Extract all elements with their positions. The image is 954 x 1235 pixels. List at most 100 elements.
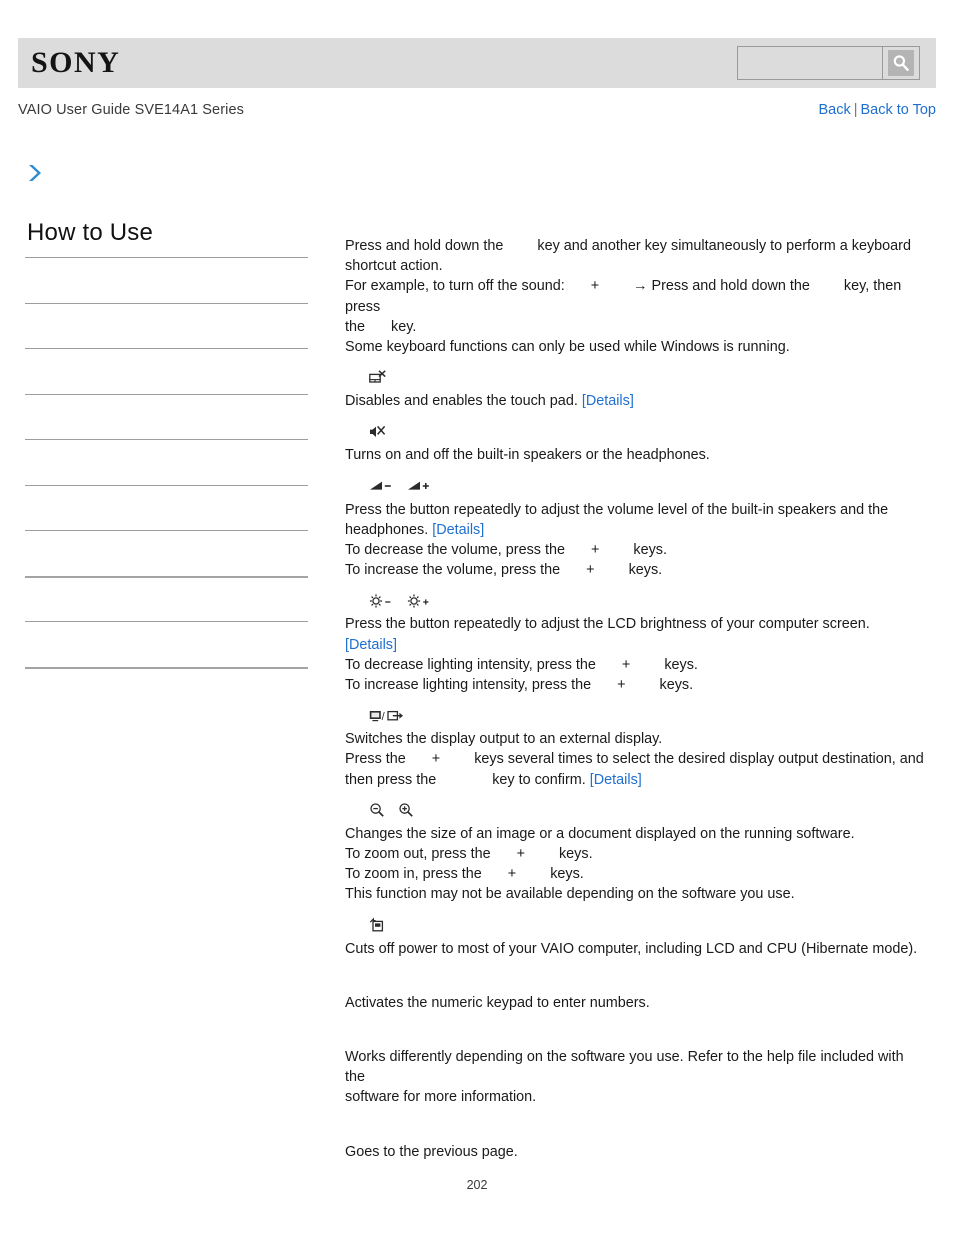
sidebar-item-5[interactable]: [25, 439, 308, 485]
back-link[interactable]: Back: [818, 102, 850, 118]
details-link[interactable]: [Details]: [345, 637, 397, 653]
line-post: key to confirm.: [492, 771, 586, 788]
plus-sign: +: [621, 656, 631, 673]
line-text: headphones.: [345, 521, 429, 538]
plus-sign: +: [590, 278, 600, 295]
main-content: Press and hold down the key and another k…: [345, 236, 925, 1162]
intro-line-2: shortcut action.: [345, 258, 443, 275]
text-line: Switches the display output to an extern…: [345, 731, 663, 748]
line-pre: To increase the volume, press the: [345, 562, 561, 579]
details-link[interactable]: [Details]: [582, 393, 634, 409]
section-text-hibernate: Cuts off power to most of your VAIO comp…: [345, 939, 925, 959]
guide-title: VAIO User Guide SVE14A1 Series: [18, 102, 244, 118]
text-line: To increase lighting intensity, press th…: [345, 675, 925, 695]
text-line: This function may not be available depen…: [345, 886, 795, 903]
sidebar: How to Use: [25, 218, 308, 712]
sidebar-item-1[interactable]: [25, 257, 308, 303]
line-post: keys.: [659, 677, 694, 694]
intro-line-3: For example, to turn off the sound: + → Pr…: [345, 276, 925, 316]
intro-line-5: Some keyboard functions can only be used…: [345, 339, 790, 356]
page-number: 202: [466, 1178, 488, 1192]
search-icon: [888, 50, 914, 76]
line-pre: To zoom in, press the: [345, 866, 482, 883]
section-icons-brightness: [345, 591, 925, 613]
line-post: keys several times to select the desired…: [474, 751, 924, 768]
text-line: To decrease lighting intensity, press th…: [345, 655, 925, 675]
sidebar-item-2[interactable]: [25, 302, 308, 349]
text-line: Activates the numeric keypad to enter nu…: [345, 994, 650, 1011]
volume-up-icon: [407, 479, 432, 496]
sidebar-item-9[interactable]: [25, 621, 308, 667]
header-banner: SONY: [18, 38, 936, 88]
line-post: keys.: [664, 656, 698, 673]
sidebar-item-4[interactable]: [25, 393, 308, 440]
sidebar-item-10[interactable]: [25, 666, 308, 713]
section-text-brightness: Press the button repeatedly to adjust th…: [345, 614, 925, 695]
search-box[interactable]: [737, 46, 920, 80]
text-line: Press the button repeatedly to adjust th…: [345, 614, 925, 654]
text-line: Works differently depending on the softw…: [345, 1049, 904, 1086]
sony-logo: SONY: [31, 46, 121, 79]
sidebar-item-8[interactable]: [25, 575, 308, 622]
chevron-right-icon[interactable]: [24, 162, 50, 188]
section-text-numlock: Activates the numeric keypad to enter nu…: [345, 993, 925, 1013]
details-link[interactable]: [Details]: [432, 522, 484, 538]
section-text-display-output: Switches the display output to an extern…: [345, 729, 925, 790]
section-text-zoom: Changes the size of an image or a docume…: [345, 824, 925, 905]
section-icons-touchpad: [345, 368, 925, 390]
text-line: Press the button repeatedly to adjust th…: [345, 501, 889, 518]
zoom-in-icon: [398, 802, 414, 821]
text-line: To zoom out, press the + keys.: [345, 844, 925, 864]
hibernate-icon: [369, 917, 385, 936]
line-text: Disables and enables the touch pad.: [345, 393, 578, 410]
sidebar-item-3[interactable]: [25, 348, 308, 394]
text-line: headphones. [Details]: [345, 520, 925, 540]
section-icons-numlock: [345, 970, 925, 992]
guide-links: Back | Back to Top: [818, 100, 936, 120]
text-line: To decrease the volume, press the + keys.: [345, 540, 925, 560]
intro-line-4: the key.: [345, 317, 925, 337]
plus-sign: +: [586, 562, 595, 579]
text-line: To zoom in, press the + keys.: [345, 864, 925, 884]
line-pre: To decrease lighting intensity, press th…: [345, 656, 596, 673]
line-text: Press the button repeatedly to adjust th…: [345, 616, 870, 633]
plus-sign: +: [516, 846, 525, 863]
section-icons-previous-page: [345, 1119, 925, 1141]
intro-line-3b: → Press and hold down the: [633, 278, 810, 295]
intro-line-1: Press and hold down the key and another k…: [345, 236, 925, 256]
plus-sign: +: [590, 542, 600, 559]
search-button[interactable]: [882, 47, 919, 79]
section-icons-zoom: [345, 801, 925, 823]
search-input[interactable]: [738, 47, 882, 79]
section-text-volume: Press the button repeatedly to adjust th…: [345, 500, 925, 581]
details-link[interactable]: [Details]: [590, 772, 642, 788]
intro-line-3a: For example, to turn off the sound:: [345, 278, 565, 295]
display-output-switch-icon: /: [369, 709, 405, 726]
volume-down-icon: [369, 479, 394, 496]
svg-text:/: /: [382, 711, 386, 723]
back-to-top-link[interactable]: Back to Top: [860, 102, 936, 118]
intro-line-4a: the: [345, 318, 366, 335]
text-line: Cuts off power to most of your VAIO comp…: [345, 940, 918, 957]
intro-line-1b: key and another key simultaneously to pe…: [537, 238, 911, 254]
plus-sign: +: [507, 866, 517, 883]
section-text-mute: Turns on and off the built-in speakers o…: [345, 445, 925, 465]
line-post: keys.: [558, 846, 593, 863]
text-line: Press the + keys several times to select t…: [345, 749, 925, 769]
text-line: To increase the volume, press the + keys.: [345, 560, 925, 580]
sidebar-item-6[interactable]: [25, 484, 308, 531]
line-pre: Press the: [345, 751, 406, 768]
section-icons-software: [345, 1024, 925, 1046]
line-pre: To zoom out, press the: [345, 846, 491, 863]
text-line: then press the key to confirm. [Details]: [345, 770, 925, 790]
line-post: keys.: [550, 866, 584, 883]
line-pre: then press the: [345, 771, 437, 788]
sidebar-item-7[interactable]: [25, 530, 308, 576]
text-line: Turns on and off the built-in speakers o…: [345, 447, 710, 464]
speaker-mute-icon: [369, 424, 386, 443]
plus-sign: +: [431, 751, 441, 768]
line-pre: To increase lighting intensity, press th…: [345, 677, 592, 694]
line-post: keys.: [628, 562, 663, 579]
brightness-up-icon: [407, 593, 432, 612]
text-line: Goes to the previous page.: [345, 1143, 518, 1160]
